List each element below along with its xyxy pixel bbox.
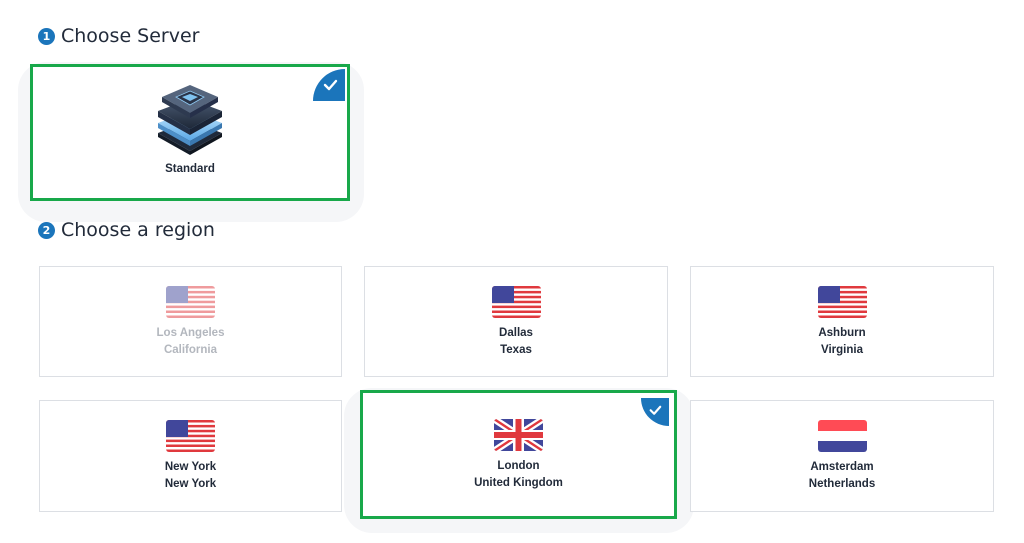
region-card-los-angeles[interactable]: Los Angeles California bbox=[39, 266, 342, 377]
region-area: New York bbox=[164, 478, 217, 490]
step-title: Choose a region bbox=[61, 219, 215, 241]
server-option-standard[interactable]: Standard bbox=[30, 64, 350, 201]
region-city: Amsterdam bbox=[810, 461, 874, 473]
region-area: Virginia bbox=[821, 344, 863, 356]
selected-check-badge bbox=[641, 398, 669, 426]
region-city: London bbox=[497, 460, 540, 472]
region-card-london[interactable]: London United Kingdom bbox=[360, 390, 677, 519]
region-city: Los Angeles bbox=[156, 327, 225, 339]
us-flag-icon bbox=[166, 286, 215, 318]
region-area: Netherlands bbox=[808, 478, 876, 490]
selected-check-badge bbox=[313, 69, 345, 101]
region-city: Dallas bbox=[499, 327, 533, 339]
us-flag-icon bbox=[491, 286, 541, 318]
nl-flag-icon bbox=[817, 420, 867, 452]
us-flag-icon bbox=[166, 420, 215, 452]
step-number-badge: 1 bbox=[38, 27, 55, 45]
step-2-heading: 2 Choose a region bbox=[38, 219, 215, 241]
step-title: Choose Server bbox=[61, 25, 200, 47]
region-city: New York bbox=[164, 461, 217, 473]
uk-flag-icon bbox=[494, 419, 543, 451]
region-card-dallas[interactable]: Dallas Texas bbox=[364, 266, 668, 377]
region-card-new-york[interactable]: New York New York bbox=[39, 400, 342, 512]
region-area: California bbox=[163, 344, 218, 356]
step-number-badge: 2 bbox=[38, 221, 55, 239]
step-1-heading: 1 Choose Server bbox=[38, 25, 200, 47]
region-city: Ashburn bbox=[818, 327, 866, 339]
region-area: United Kingdom bbox=[474, 477, 563, 489]
region-card-amsterdam[interactable]: Amsterdam Netherlands bbox=[690, 400, 994, 512]
region-area: Texas bbox=[500, 344, 532, 356]
server-option-label: Standard bbox=[165, 163, 215, 175]
us-flag-icon bbox=[817, 286, 867, 318]
region-card-ashburn[interactable]: Ashburn Virginia bbox=[690, 266, 994, 377]
server-chip-icon bbox=[158, 85, 222, 155]
